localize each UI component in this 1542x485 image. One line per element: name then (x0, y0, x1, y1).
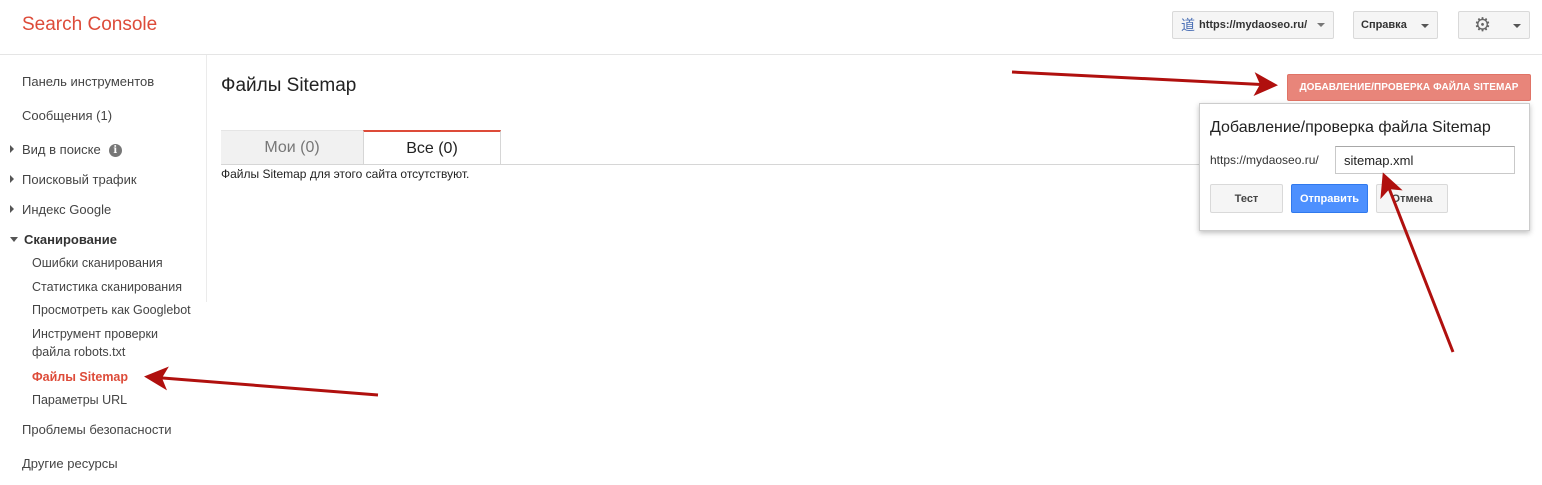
sitemap-url-prefix: https://mydaoseo.ru/ (1210, 153, 1319, 167)
sidebar-item-label: Сканирование (24, 232, 117, 247)
sidebar-item-search-appearance[interactable]: Вид в поиске i (10, 142, 122, 157)
help-button[interactable]: Справка (1353, 11, 1438, 39)
annotation-arrows (144, 70, 1455, 397)
sidebar-item-crawl[interactable]: Сканирование (10, 232, 117, 247)
sidebar-item-crawl-stats[interactable]: Статистика сканирования (32, 280, 182, 294)
sidebar-item-security-issues[interactable]: Проблемы безопасности (22, 422, 172, 437)
help-label: Справка (1361, 19, 1407, 31)
sitemap-path-input[interactable] (1335, 146, 1515, 174)
sidebar-divider (206, 55, 207, 302)
expand-arrow-icon (10, 175, 14, 183)
site-favicon-icon: 道 (1181, 17, 1195, 33)
collapse-arrow-icon (10, 237, 18, 242)
sidebar-item-label: Инструмент проверки (32, 327, 158, 341)
top-bar: Search Console 道 https://mydaoseo.ru/ Сп… (0, 0, 1542, 55)
cancel-button[interactable]: Отмена (1376, 184, 1448, 213)
expand-arrow-icon (10, 145, 14, 153)
annotation-arrow-add-button (1011, 70, 1278, 97)
app-logo[interactable]: Search Console (22, 14, 157, 36)
sidebar-item-crawl-errors[interactable]: Ошибки сканирования (32, 256, 163, 270)
popup-title: Добавление/проверка файла Sitemap (1210, 119, 1491, 136)
chevron-down-icon (1317, 23, 1325, 27)
site-selector-label: https://mydaoseo.ru/ (1199, 19, 1308, 31)
tab-all[interactable]: Все (0) (363, 130, 501, 165)
sidebar-item-fetch-as-googlebot[interactable]: Просмотреть как Googlebot (32, 303, 191, 317)
sidebar-item-search-traffic[interactable]: Поисковый трафик (10, 172, 137, 187)
sidebar-item-label: Поисковый трафик (22, 172, 137, 187)
test-button[interactable]: Тест (1210, 184, 1283, 213)
sidebar-item-url-parameters[interactable]: Параметры URL (32, 393, 127, 407)
sidebar-item-messages[interactable]: Сообщения (1) (22, 108, 112, 123)
sidebar-item-other-resources[interactable]: Другие ресурсы (22, 456, 118, 471)
settings-button[interactable]: ⚙ (1458, 11, 1530, 39)
sidebar-item-google-index[interactable]: Индекс Google (10, 202, 111, 217)
chevron-down-icon (1513, 24, 1521, 28)
gear-icon: ⚙ (1474, 15, 1492, 36)
page-title: Файлы Sitemap (221, 75, 357, 96)
sidebar-item-dashboard[interactable]: Панель инструментов (22, 74, 154, 89)
expand-arrow-icon (10, 205, 14, 213)
chevron-down-icon (1421, 24, 1429, 28)
add-test-sitemap-button[interactable]: ДОБАВЛЕНИЕ/ПРОВЕРКА ФАЙЛА SITEMAP (1287, 74, 1531, 101)
sidebar-item-robots-tester[interactable]: Инструмент проверки файла robots.txt (32, 327, 158, 359)
sidebar-item-label: Индекс Google (22, 202, 112, 217)
info-icon[interactable]: i (108, 144, 122, 157)
sidebar-item-label: файла robots.txt (32, 345, 126, 359)
tab-mine[interactable]: Мои (0) (221, 130, 363, 164)
tabs-divider (221, 164, 1201, 165)
sidebar-item-label: Вид в поиске (22, 142, 101, 157)
empty-state-message: Файлы Sitemap для этого сайта отсутствую… (221, 167, 470, 181)
submit-button[interactable]: Отправить (1291, 184, 1368, 213)
add-sitemap-popup: Добавление/проверка файла Sitemap https:… (1199, 103, 1530, 231)
site-selector[interactable]: 道 https://mydaoseo.ru/ (1172, 11, 1334, 39)
sidebar-item-sitemaps[interactable]: Файлы Sitemap (32, 370, 128, 384)
